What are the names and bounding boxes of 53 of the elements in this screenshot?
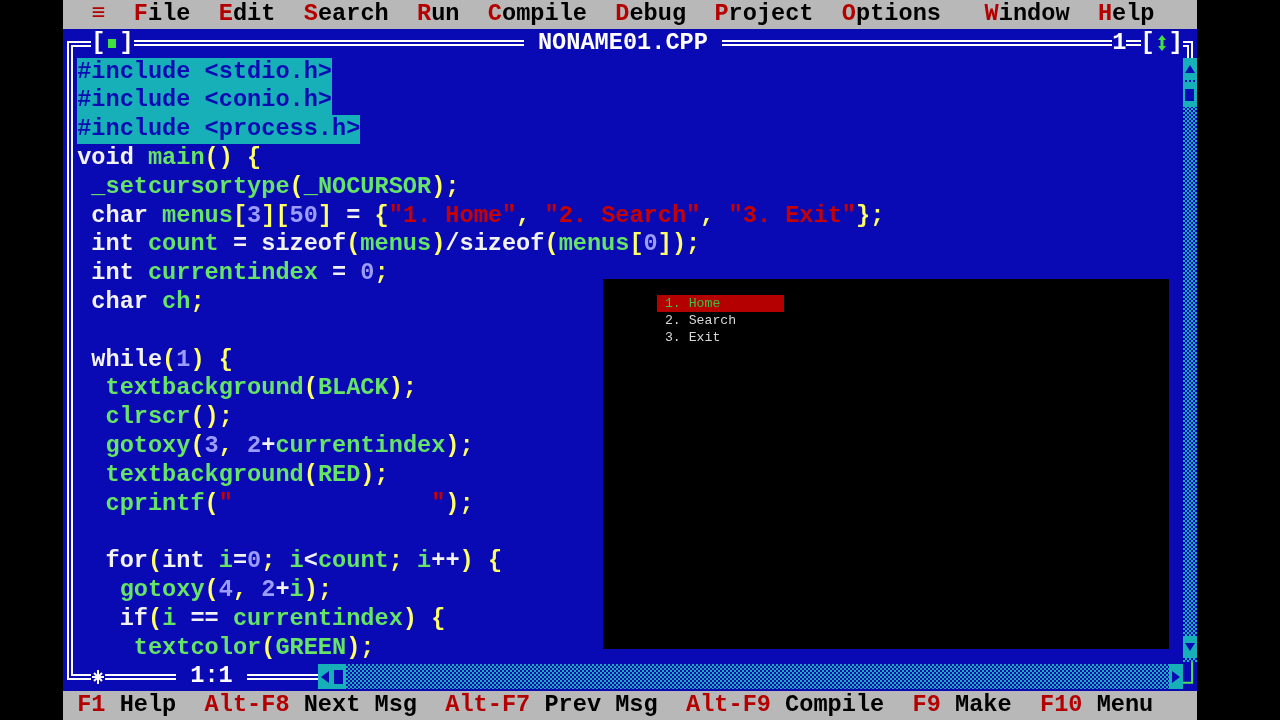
code-line: if(i == currentindex) { [118, 604, 446, 634]
code-line: clrscr(); [104, 403, 233, 432]
right-arrow-icon [1171, 670, 1180, 683]
menu-item[interactable]: File [119, 0, 205, 29]
menu-item[interactable]: Search [289, 0, 403, 29]
left-arrow-icon [320, 670, 329, 683]
code-line: gotoxy(3, 2+currentindex); [104, 431, 474, 461]
scroll-thumb[interactable] [1182, 82, 1197, 108]
scroll-left-button[interactable] [317, 664, 332, 690]
frame-line [105, 673, 177, 680]
code-line: for(int i=0; i<count; i++) { [104, 547, 503, 576]
close-button[interactable]: [ ] [91, 28, 134, 58]
menu-item[interactable]: Compile [473, 0, 602, 29]
window-number: 1 [1112, 28, 1127, 58]
menu-item[interactable]: Debug [601, 0, 701, 29]
code-line: char menus[3][50] = {"1. Home", "2. Search", "3. Exit"}; [90, 201, 885, 231]
up-arrow-icon [1184, 65, 1195, 73]
code-line: cprintf(" "); [104, 489, 474, 519]
shortcut-hint[interactable]: F1 Help [77, 691, 177, 720]
menu-item[interactable]: Options [827, 0, 956, 29]
menu-item[interactable]: Edit [204, 0, 290, 29]
cursor-position: 1:1 [189, 662, 234, 692]
scroll-up-button[interactable] [1182, 57, 1197, 81]
system-menu[interactable]: ≡ [77, 0, 120, 29]
code-line: while(1) { [90, 345, 233, 375]
code-line: int currentindex = 0; [90, 259, 389, 288]
code-line: textbackground(RED); [104, 460, 389, 490]
shortcut-hint[interactable]: Alt-F8 Next Msg [204, 691, 417, 720]
code-line: textbackground(BLACK); [104, 374, 417, 404]
code-line: _setcursortype(_NOCURSOR); [90, 172, 460, 202]
down-arrow-icon [1184, 643, 1195, 651]
menu-item[interactable]: Run [402, 0, 474, 29]
shortcut-hint[interactable]: Alt-F7 Prev Msg [445, 691, 658, 720]
window-title: NONAME01.CPP [536, 28, 709, 58]
code-line: textcolor(GREEN); [132, 633, 375, 663]
code-line: int count = sizeof(menus)/sizeof(menus[0]); [90, 230, 701, 260]
asterisk-icon [91, 668, 106, 685]
horizontal-scrollbar[interactable] [317, 664, 1183, 690]
scroll-down-button[interactable] [1182, 635, 1197, 659]
zoom-button[interactable]: [ ] [1140, 28, 1183, 58]
menu-item[interactable]: Project [700, 0, 828, 29]
code-line: gotoxy(4, 2+i); [118, 575, 333, 605]
menu-item[interactable]: Window [970, 0, 1084, 29]
code-line: char ch; [90, 287, 205, 317]
scroll-right-button[interactable] [1168, 664, 1183, 690]
menu-item[interactable]: Help [1083, 0, 1169, 29]
shortcut-hint[interactable]: F9 Make [912, 691, 1012, 720]
frame-corner [67, 662, 92, 681]
code-line: void main() { [77, 144, 262, 173]
frame-line [1126, 40, 1141, 47]
vertical-scrollbar[interactable] [1182, 57, 1197, 663]
shortcut-hint[interactable]: Alt-F9 Compile [686, 691, 885, 720]
shortcut-hint[interactable]: F10 Menu [1040, 691, 1154, 720]
